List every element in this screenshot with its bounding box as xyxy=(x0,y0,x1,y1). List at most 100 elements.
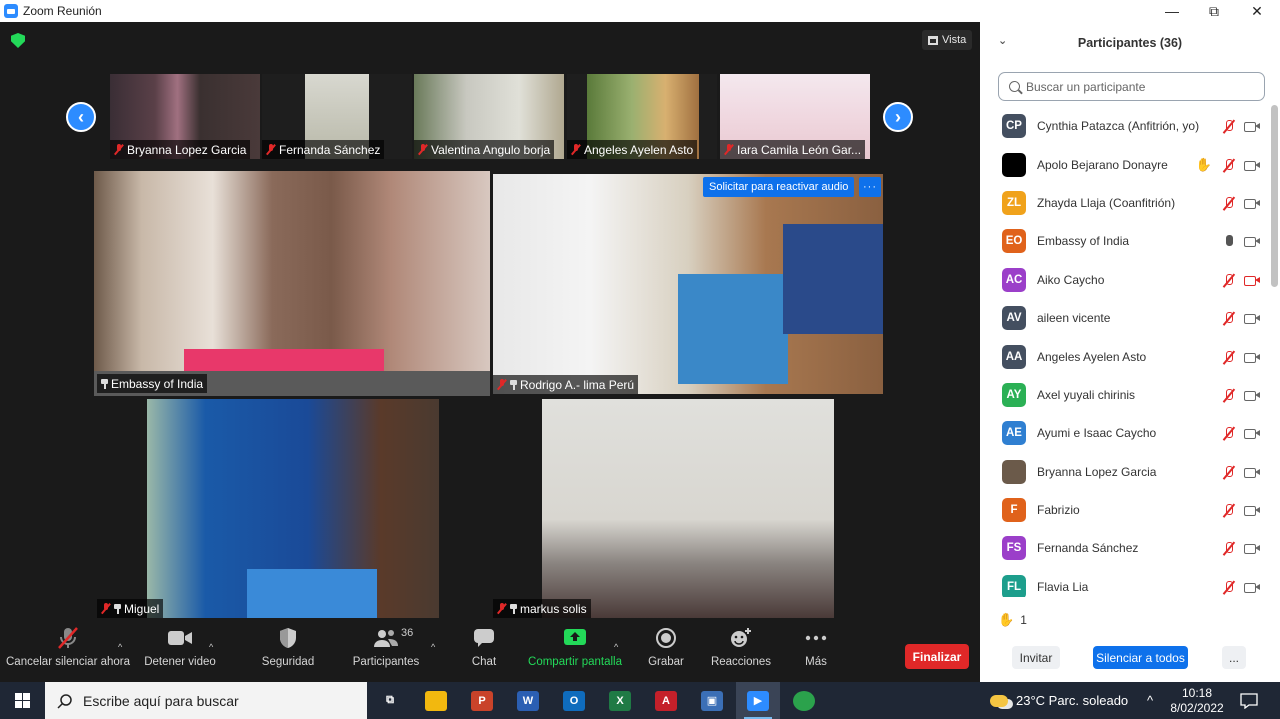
share-options-caret-icon[interactable]: ^ xyxy=(614,642,618,652)
participant-search-input[interactable] xyxy=(1026,79,1246,94)
mic-icon[interactable] xyxy=(1221,234,1235,248)
participants-options-caret-icon[interactable]: ^ xyxy=(431,642,435,652)
mic-muted-icon[interactable] xyxy=(1221,465,1235,479)
thumbnail-video[interactable]: Fernanda Sánchez xyxy=(262,74,412,159)
security-label: Seguridad xyxy=(261,656,315,668)
file-explorer-icon xyxy=(425,690,447,711)
invite-button[interactable]: Invitar xyxy=(1012,646,1060,669)
participant-list-scrollbar[interactable] xyxy=(1271,105,1278,287)
taskbar-file-explorer-button[interactable] xyxy=(414,682,458,719)
mic-muted-icon[interactable] xyxy=(1221,119,1235,133)
participant-row[interactable]: FL Flavia Lia xyxy=(980,568,1270,597)
video-options-caret-icon[interactable]: ^ xyxy=(209,642,213,652)
audio-options-caret-icon[interactable]: ^ xyxy=(118,642,122,652)
video-camera-icon[interactable] xyxy=(1244,543,1260,555)
participant-search[interactable] xyxy=(998,72,1265,101)
video-camera-icon[interactable] xyxy=(1244,428,1260,440)
thumbnail-video[interactable]: Iara Camila León Gar... xyxy=(720,74,870,159)
taskbar-excel-button[interactable]: X xyxy=(598,682,642,719)
unmute-button[interactable]: Cancelar silenciar ahora xyxy=(6,620,130,682)
more-dots-icon xyxy=(805,620,827,656)
video-camera-icon[interactable] xyxy=(1244,390,1260,401)
request-unmute-button[interactable]: Solicitar para reactivar audio xyxy=(703,177,855,197)
mic-muted-icon[interactable] xyxy=(1221,350,1235,364)
mic-muted-icon[interactable] xyxy=(1221,541,1235,555)
video-camera-icon[interactable] xyxy=(1244,582,1260,593)
mic-muted-icon[interactable] xyxy=(1221,426,1235,440)
restore-button[interactable]: ⧉ xyxy=(1192,0,1236,22)
mic-muted-icon[interactable] xyxy=(1221,158,1235,172)
video-camera-icon[interactable] xyxy=(1244,121,1260,133)
mic-muted-icon[interactable] xyxy=(1221,388,1235,402)
video-camera-icon[interactable] xyxy=(1244,313,1260,325)
video-camera-icon[interactable] xyxy=(1244,236,1260,248)
video-tile[interactable]: Miguel xyxy=(97,399,487,618)
minimize-button[interactable]: — xyxy=(1150,0,1194,22)
security-button[interactable]: Seguridad xyxy=(250,620,326,682)
taskbar-word-button[interactable]: W xyxy=(506,682,550,719)
stop-video-button[interactable]: Detener video xyxy=(140,620,220,682)
participant-row[interactable]: Bryanna Lopez Garcia xyxy=(980,453,1270,491)
mic-muted-icon[interactable] xyxy=(1221,503,1235,517)
participant-row[interactable]: Apolo Bejarano Donayre ✋ xyxy=(980,145,1270,183)
mic-muted-icon[interactable] xyxy=(1221,273,1235,287)
video-tile[interactable]: Rodrigo A.- lima Perú xyxy=(493,174,883,394)
clock[interactable]: 10:18 8/02/2022 xyxy=(1170,682,1223,719)
end-meeting-button[interactable]: Finalizar xyxy=(905,644,969,669)
participant-row[interactable]: F Fabrizio xyxy=(980,491,1270,529)
record-button[interactable]: Grabar xyxy=(636,620,696,682)
tile-more-button[interactable]: ··· xyxy=(859,177,881,197)
participant-row[interactable]: FS Fernanda Sánchez xyxy=(980,529,1270,567)
video-tile[interactable]: markus solis xyxy=(493,399,883,618)
video-camera-icon[interactable] xyxy=(1244,505,1260,517)
panel-more-button[interactable]: ... xyxy=(1222,646,1246,669)
start-button[interactable] xyxy=(0,682,45,719)
taskbar-search[interactable] xyxy=(45,682,367,719)
video-camera-icon[interactable] xyxy=(1244,467,1260,478)
taskbar-powerpoint-button[interactable]: P xyxy=(460,682,504,719)
video-camera-icon[interactable] xyxy=(1244,352,1260,363)
participant-row[interactable]: AC Aiko Caycho xyxy=(980,261,1270,299)
participant-name: Iara Camila León Gar... xyxy=(737,142,862,157)
more-button[interactable]: Más xyxy=(790,620,842,682)
participant-row[interactable]: CP Cynthia Patazca (Anfitrión, yo) xyxy=(980,107,1270,145)
next-page-button[interactable]: › xyxy=(883,102,913,132)
mic-muted-icon[interactable] xyxy=(1221,580,1235,594)
taskbar-search-input[interactable] xyxy=(83,692,343,709)
taskbar-outlook-button[interactable]: O xyxy=(552,682,596,719)
chat-button[interactable]: Chat xyxy=(454,620,514,682)
participant-row[interactable]: AA Angeles Ayelen Asto xyxy=(980,337,1270,375)
video-off-icon[interactable] xyxy=(1244,275,1260,286)
mic-muted-icon[interactable] xyxy=(1221,196,1235,210)
participant-row[interactable]: EO Embassy of India xyxy=(980,222,1270,260)
participants-button[interactable]: 36 Participantes xyxy=(348,620,424,682)
participant-row[interactable]: AE Ayumi e Isaac Caycho xyxy=(980,414,1270,452)
taskbar-acrobat-button[interactable]: A xyxy=(644,682,688,719)
security-shield-icon[interactable] xyxy=(11,33,25,48)
view-button[interactable]: Vista xyxy=(922,30,973,50)
collapse-chevron-icon[interactable]: ⌄ xyxy=(998,34,1007,47)
participant-row[interactable]: ZL Zhayda Llaja (Coanfitrión) xyxy=(980,184,1270,222)
taskbar-remote-desktop-button[interactable]: ▣ xyxy=(690,682,734,719)
participant-row[interactable]: AV aileen vicente xyxy=(980,299,1270,337)
weather-widget[interactable]: 23°C Parc. soleado xyxy=(990,682,1128,719)
taskbar-chrome-button[interactable] xyxy=(782,682,826,719)
participant-name: Cynthia Patazca (Anfitrión, yo) xyxy=(1037,119,1200,134)
notifications-icon[interactable] xyxy=(1240,682,1258,719)
thumbnail-video[interactable]: Bryanna Lopez Garcia xyxy=(110,74,260,159)
thumbnail-video[interactable]: Valentina Angulo borja xyxy=(414,74,564,159)
video-camera-icon[interactable] xyxy=(1244,198,1260,209)
video-camera-icon[interactable] xyxy=(1244,160,1260,171)
participant-row[interactable]: AY Axel yuyali chirinis xyxy=(980,376,1270,414)
taskbar-zoom-button[interactable]: ▶ xyxy=(736,682,780,719)
mute-all-button[interactable]: Silenciar a todos xyxy=(1093,646,1188,669)
prev-page-button[interactable]: ‹ xyxy=(66,102,96,132)
thumbnail-video[interactable]: Angeles Ayelen Asto xyxy=(567,74,717,159)
reactions-button[interactable]: Reacciones xyxy=(702,620,780,682)
tray-chevron-up-icon[interactable]: ^ xyxy=(1147,682,1153,719)
close-button[interactable]: ✕ xyxy=(1235,0,1279,22)
video-tile-active[interactable]: Embassy of India xyxy=(94,171,490,396)
participant-name: Bryanna Lopez Garcia xyxy=(1037,464,1157,479)
mic-muted-icon[interactable] xyxy=(1221,311,1235,325)
taskbar-task-view-button[interactable]: ⧉ xyxy=(368,682,412,719)
